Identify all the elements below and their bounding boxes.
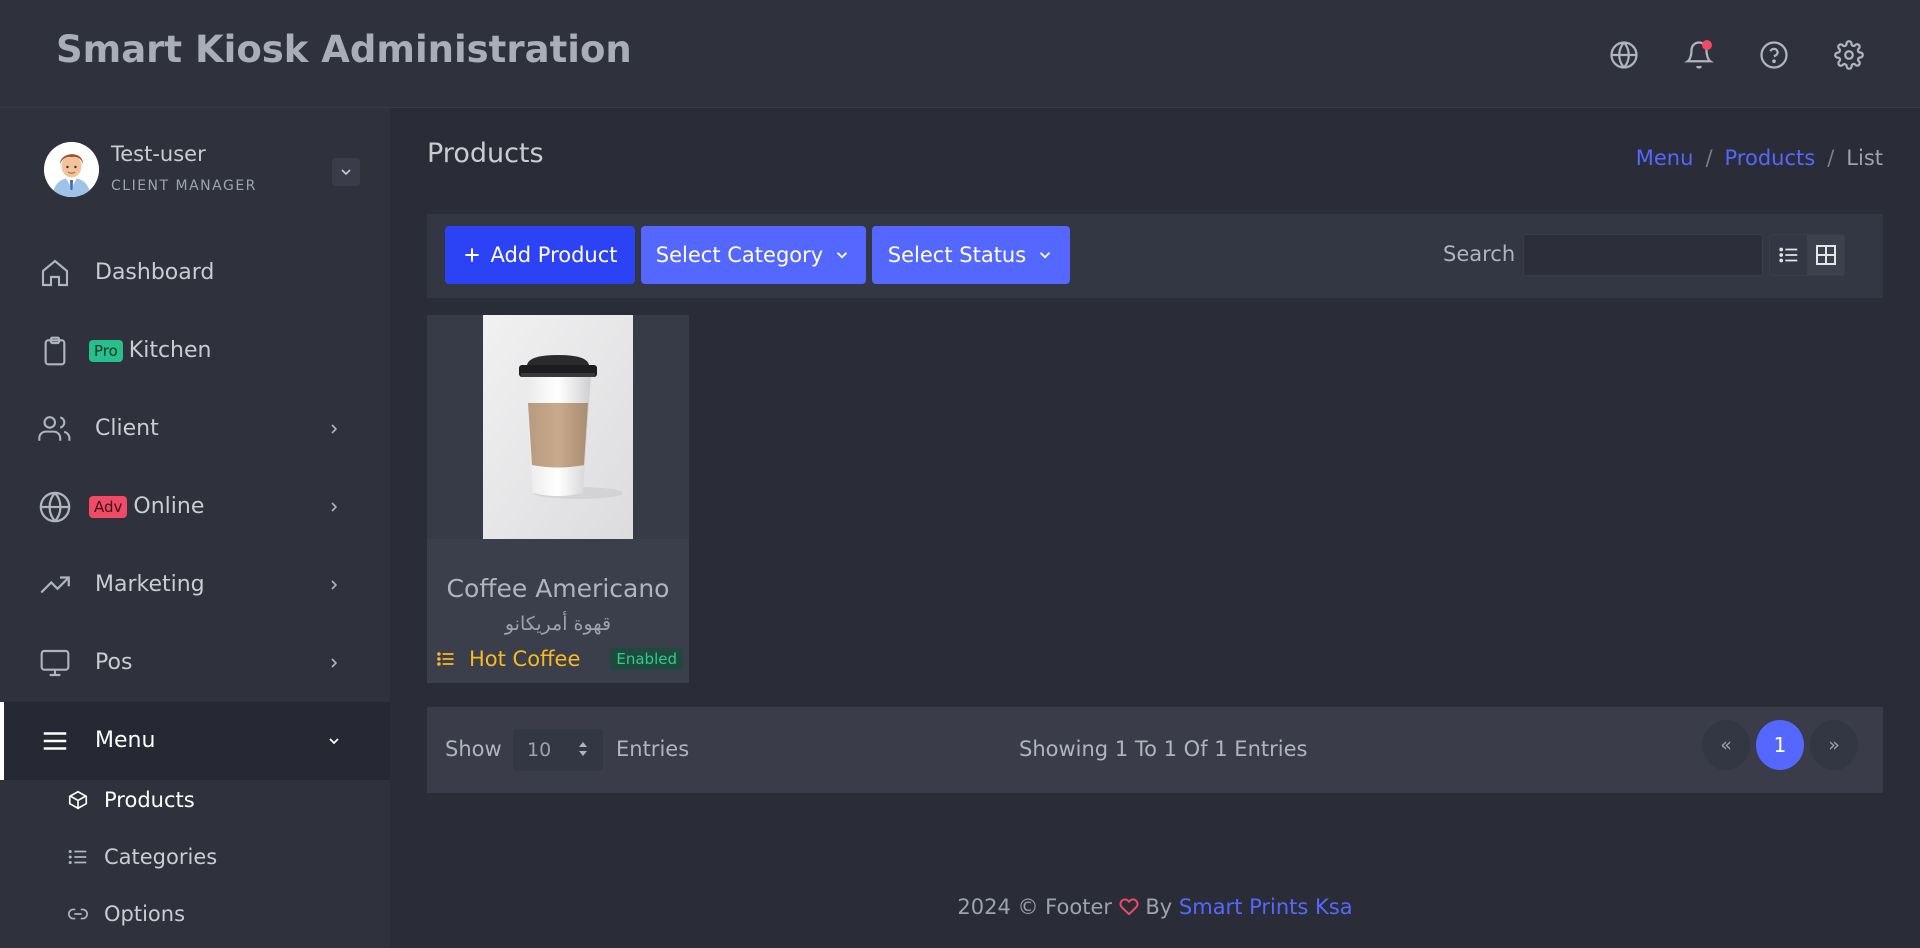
page-title: Products [427, 138, 544, 169]
top-bar: Smart Kiosk Administration [0, 0, 1920, 108]
breadcrumb: Menu / Products / List [1635, 146, 1883, 170]
search-input[interactable] [1523, 234, 1763, 276]
next-page-button[interactable]: » [1810, 720, 1858, 770]
chevron-down-icon [1036, 246, 1054, 264]
monitor-icon [38, 646, 72, 680]
user-role: CLIENT MANAGER [111, 178, 257, 194]
select-category-label: Select Category [655, 243, 824, 267]
sidebar-item-marketing[interactable]: Marketing [0, 546, 390, 624]
add-product-label: Add Product [490, 243, 618, 267]
grid-icon [1815, 245, 1836, 265]
select-status-label: Select Status [887, 243, 1027, 267]
bell-icon[interactable] [1682, 38, 1716, 72]
prev-page-button[interactable]: « [1702, 720, 1750, 770]
home-icon [38, 256, 72, 290]
globe-icon[interactable] [1607, 38, 1641, 72]
breadcrumb-menu[interactable]: Menu [1636, 146, 1694, 170]
footer-text: 2024 © Footer [957, 895, 1112, 919]
app-title: Smart Kiosk Administration [56, 28, 632, 71]
list-view-button[interactable] [1770, 235, 1807, 275]
sidebar-item-client[interactable]: Client [0, 390, 390, 468]
page-1-button[interactable]: 1 [1756, 720, 1804, 770]
product-name-arabic: قهوة أمريكانو [504, 613, 612, 635]
sidebar-item-label: Dashboard [95, 260, 215, 285]
sort-arrows-icon [577, 739, 589, 759]
user-profile: Test-user CLIENT MANAGER [0, 108, 390, 230]
sidebar-subitem-products[interactable]: Products [66, 780, 195, 820]
select-category-dropdown[interactable]: Select Category [641, 226, 866, 284]
sidebar-subitem-label: Products [104, 788, 195, 812]
pagination-bar: Show 10 Entries Showing 1 To 1 Of 1 Entr… [427, 707, 1883, 793]
product-category-label: Hot Coffee [469, 647, 581, 671]
entries-label: Entries [616, 737, 690, 761]
sidebar-item-online[interactable]: Adv Online [0, 468, 390, 546]
sidebar-item-menu[interactable]: Menu [0, 702, 390, 780]
page-size-select[interactable]: 10 [513, 729, 603, 771]
adv-badge: Adv [89, 495, 128, 518]
sidebar-item-label: Client [95, 416, 159, 441]
product-name: Coffee Americano [446, 574, 670, 603]
box-icon [66, 788, 90, 812]
sidebar-item-label: Marketing [95, 572, 205, 597]
pro-badge: Pro [89, 339, 123, 362]
sidebar-item-kitchen[interactable]: Pro Kitchen [0, 312, 390, 390]
list-icon [1778, 247, 1797, 263]
breadcrumb-products[interactable]: Products [1725, 146, 1816, 170]
chevron-right-icon [325, 498, 343, 516]
entries-summary: Showing 1 To 1 Of 1 Entries [1019, 737, 1308, 761]
footer-brand-link[interactable]: Smart Prints Ksa [1179, 895, 1353, 919]
breadcrumb-current: List [1846, 146, 1883, 170]
menu-icon [38, 724, 72, 758]
gear-icon[interactable] [1832, 38, 1866, 72]
chevron-down-icon [341, 169, 351, 176]
notification-dot [1702, 40, 1712, 50]
chevron-down-icon [325, 732, 343, 750]
avatar[interactable] [44, 142, 99, 197]
sidebar-item-dashboard[interactable]: Dashboard [0, 234, 390, 312]
view-toggle [1769, 234, 1845, 276]
list-icon [66, 845, 90, 869]
help-icon[interactable] [1757, 38, 1791, 72]
chevron-right-icon [325, 420, 343, 438]
sidebar-item-label: Kitchen [128, 338, 212, 363]
products-toolbar: Add Product Select Category Select Statu… [427, 214, 1883, 298]
select-status-dropdown[interactable]: Select Status [872, 226, 1070, 284]
chevron-right-icon [325, 576, 343, 594]
sidebar-item-label: Online [133, 494, 205, 519]
sidebar-item-pos[interactable]: Pos [0, 624, 390, 702]
product-category: Hot Coffee [435, 647, 580, 671]
plus-icon [462, 245, 482, 265]
list-icon [435, 649, 457, 669]
sidebar-subitem-label: Categories [104, 845, 218, 869]
show-label: Show [445, 737, 502, 761]
sidebar-item-label: Menu [95, 728, 156, 753]
clipboard-icon [38, 334, 72, 368]
page-size-value: 10 [527, 739, 552, 761]
search-label: Search [1443, 242, 1516, 266]
sidebar-item-label: Pos [95, 650, 133, 675]
sidebar: Test-user CLIENT MANAGER Dashboard Pro K… [0, 108, 390, 948]
trending-up-icon [38, 568, 72, 602]
globe-icon [38, 490, 72, 524]
chevron-down-icon [833, 246, 851, 264]
users-icon [38, 412, 72, 446]
page-footer: 2024 © Footer By Smart Prints Ksa [0, 895, 1920, 920]
sidebar-subitem-categories[interactable]: Categories [66, 837, 217, 877]
menu-submenu: Products Categories Options [0, 780, 390, 948]
chevron-right-icon [325, 654, 343, 672]
user-name: Test-user [111, 142, 206, 166]
user-menu-toggle[interactable] [332, 158, 360, 186]
product-card-body: Coffee Americano قهوة أمريكانو Hot Coffe… [427, 539, 689, 683]
product-image [483, 315, 633, 539]
product-card[interactable]: Coffee Americano قهوة أمريكانو Hot Coffe… [427, 315, 689, 683]
grid-view-button[interactable] [1807, 235, 1844, 275]
footer-by: By [1145, 895, 1173, 919]
add-product-button[interactable]: Add Product [445, 226, 635, 284]
status-badge: Enabled [610, 648, 683, 670]
heart-icon [1119, 896, 1139, 920]
